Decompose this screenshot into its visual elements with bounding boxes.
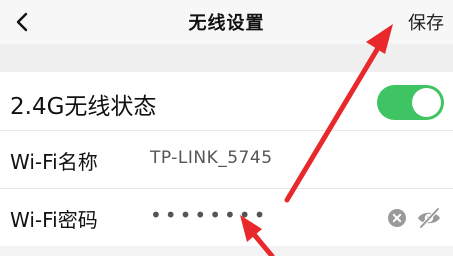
wifi-password-label: Wi-Fi密码 bbox=[10, 208, 98, 232]
toggle-knob bbox=[412, 88, 441, 117]
eye-slash-icon[interactable] bbox=[416, 205, 442, 231]
wifi-name-input[interactable]: TP-LINK_5745 bbox=[150, 148, 273, 168]
page-title: 无线设置 bbox=[188, 13, 265, 34]
wifi-name-row: Wi-Fi名称 TP-LINK_5745 bbox=[0, 131, 453, 188]
wifi-password-row: Wi-Fi密码 •••••••• bbox=[0, 189, 453, 246]
bottom-strip bbox=[0, 246, 453, 256]
wifi-name-label: Wi-Fi名称 bbox=[10, 150, 98, 174]
clear-icon[interactable] bbox=[388, 209, 406, 227]
section-gap bbox=[0, 44, 453, 72]
top-bar: 无线设置 保存 bbox=[0, 0, 453, 44]
wireless-settings-screen: 无线设置 保存 2.4G无线状态 Wi-Fi名称 TP-LINK_5745 Wi… bbox=[0, 0, 453, 256]
wireless-status-toggle[interactable] bbox=[377, 85, 444, 120]
save-button[interactable]: 保存 bbox=[408, 9, 444, 35]
wireless-status-label: 2.4G无线状态 bbox=[10, 94, 157, 120]
wifi-password-input[interactable]: •••••••• bbox=[150, 203, 268, 227]
wireless-status-row: 2.4G无线状态 bbox=[0, 72, 453, 130]
